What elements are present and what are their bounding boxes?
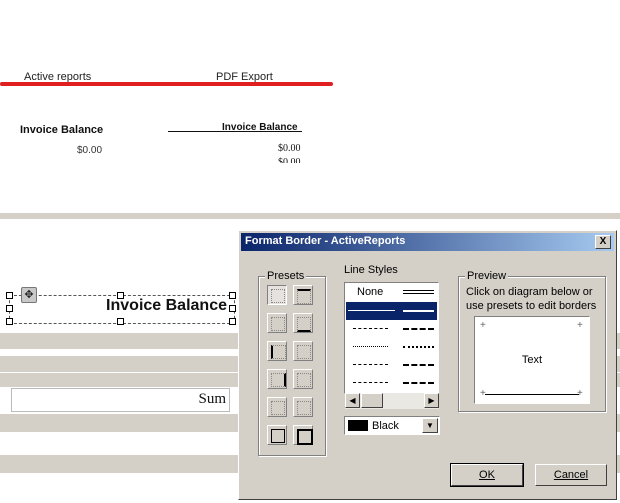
resize-handle[interactable] xyxy=(6,305,13,312)
invoice-balance-value-active-clipped xyxy=(77,159,87,162)
thick-dash-dot-dot-line-icon xyxy=(403,382,434,384)
ok-button-label: OK xyxy=(479,469,495,481)
thick-line-icon xyxy=(403,310,434,312)
corner-marker-icon: + xyxy=(577,320,583,331)
double-line-icon xyxy=(403,290,434,291)
preview-diagram[interactable]: + + + + Text xyxy=(474,316,590,404)
resize-handle[interactable] xyxy=(6,318,13,325)
dashed-line-icon xyxy=(353,328,388,329)
preview-title: Preview xyxy=(465,270,509,282)
double-line-icon xyxy=(403,293,434,294)
dialog-title: Format Border - ActiveReports xyxy=(245,235,406,247)
solid-line-icon xyxy=(348,310,395,311)
preview-text: Text xyxy=(521,354,543,366)
inner-horizontal-icon xyxy=(271,317,285,331)
invoice-balance-value-pdf: $0.00 xyxy=(278,143,301,154)
border-color-value: Black xyxy=(372,420,399,432)
line-style-dash-dot-dot[interactable] xyxy=(346,374,437,392)
dash-dot-dot-line-icon xyxy=(353,382,388,383)
preset-inner-horizontal[interactable] xyxy=(267,313,287,333)
left-border-icon xyxy=(271,345,286,359)
color-dropdown-button[interactable]: ▼ xyxy=(422,418,438,433)
inside-horizontal-icon xyxy=(297,401,311,415)
line-style-dash[interactable] xyxy=(346,320,437,338)
border-color-dropdown[interactable]: Black ▼ xyxy=(344,416,440,435)
resize-handle[interactable] xyxy=(117,318,124,325)
sum-textbox[interactable]: Sum xyxy=(11,388,230,412)
thick-dashed-line-icon xyxy=(403,328,434,330)
preview-bottom-border[interactable] xyxy=(485,394,579,395)
arrow-left-icon: ◀ xyxy=(349,396,356,405)
scroll-left-button[interactable]: ◀ xyxy=(345,393,360,408)
center-border-icon xyxy=(297,345,311,359)
right-border-icon xyxy=(271,373,286,387)
corner-marker-icon: + xyxy=(480,320,486,331)
inside-border-icon xyxy=(271,401,285,415)
arrow-right-icon: ▶ xyxy=(428,396,435,405)
preset-top-border[interactable] xyxy=(293,285,313,305)
dash-dot-line-icon xyxy=(353,364,388,365)
invoice-balance-textbox-label: Invoice Balance xyxy=(106,297,227,314)
middle-border-icon xyxy=(297,373,311,387)
resize-handle[interactable] xyxy=(229,305,236,312)
preview-instructions: Click on diagram below or use presets to… xyxy=(466,286,597,312)
presets-title: Presets xyxy=(265,270,307,282)
no-border-icon xyxy=(271,289,285,303)
top-border-icon xyxy=(297,289,311,304)
preset-left-border[interactable] xyxy=(267,341,287,361)
preset-center-border[interactable] xyxy=(293,341,313,361)
scroll-right-button[interactable]: ▶ xyxy=(424,393,439,408)
move-handle-icon[interactable]: ✥ xyxy=(21,287,37,303)
resize-handle[interactable] xyxy=(229,292,236,299)
cancel-button-label: Cancel xyxy=(553,469,589,481)
line-style-solid-selected[interactable] xyxy=(346,302,437,320)
line-styles-title: Line Styles xyxy=(344,264,398,276)
preset-thick-box-border[interactable] xyxy=(293,425,313,445)
preset-inside-border[interactable] xyxy=(267,397,287,417)
preset-bottom-border[interactable] xyxy=(293,313,313,333)
chevron-down-icon: ▼ xyxy=(426,421,434,430)
dialog-titlebar[interactable]: Format Border - ActiveReports X xyxy=(241,233,614,251)
line-styles-list[interactable]: None xyxy=(344,282,439,394)
close-icon: X xyxy=(599,236,607,247)
preset-no-border[interactable] xyxy=(267,285,287,305)
box-border-icon xyxy=(271,429,285,443)
cancel-button[interactable]: Cancel xyxy=(535,464,607,486)
preset-box-border[interactable] xyxy=(267,425,287,445)
scroll-thumb[interactable] xyxy=(361,393,383,408)
bottom-border-icon xyxy=(297,317,311,332)
invoice-balance-value-pdf-clipped: $0.00 xyxy=(278,157,301,163)
color-swatch xyxy=(348,420,368,431)
line-styles-scrollbar[interactable]: ◀ ▶ xyxy=(345,393,439,409)
line-style-dash-dot[interactable] xyxy=(346,356,437,374)
thick-dotted-line-icon xyxy=(403,346,434,348)
line-style-none-label: None xyxy=(357,286,384,298)
line-style-none[interactable]: None xyxy=(346,284,437,302)
close-button[interactable]: X xyxy=(595,235,611,249)
comparison-area: Active reports PDF Export Invoice Balanc… xyxy=(0,0,620,213)
dotted-line-icon xyxy=(353,346,388,347)
resize-handle[interactable] xyxy=(117,292,124,299)
sum-textbox-label: Sum xyxy=(198,391,226,407)
ok-button[interactable]: OK xyxy=(450,463,524,487)
preset-middle-border[interactable] xyxy=(293,369,313,389)
invoice-balance-value-active: $0.00 xyxy=(77,145,103,156)
thick-box-border-icon xyxy=(297,429,313,445)
line-style-dot[interactable] xyxy=(346,338,437,356)
red-annotation-line xyxy=(0,82,333,86)
invoice-balance-underline-pdf xyxy=(168,131,302,132)
preset-right-border[interactable] xyxy=(267,369,287,389)
thick-dash-dot-line-icon xyxy=(403,364,434,366)
preset-inside-horizontal[interactable] xyxy=(293,397,313,417)
invoice-balance-label-active: Invoice Balance xyxy=(20,124,104,136)
resize-handle[interactable] xyxy=(229,318,236,325)
resize-handle[interactable] xyxy=(6,292,13,299)
